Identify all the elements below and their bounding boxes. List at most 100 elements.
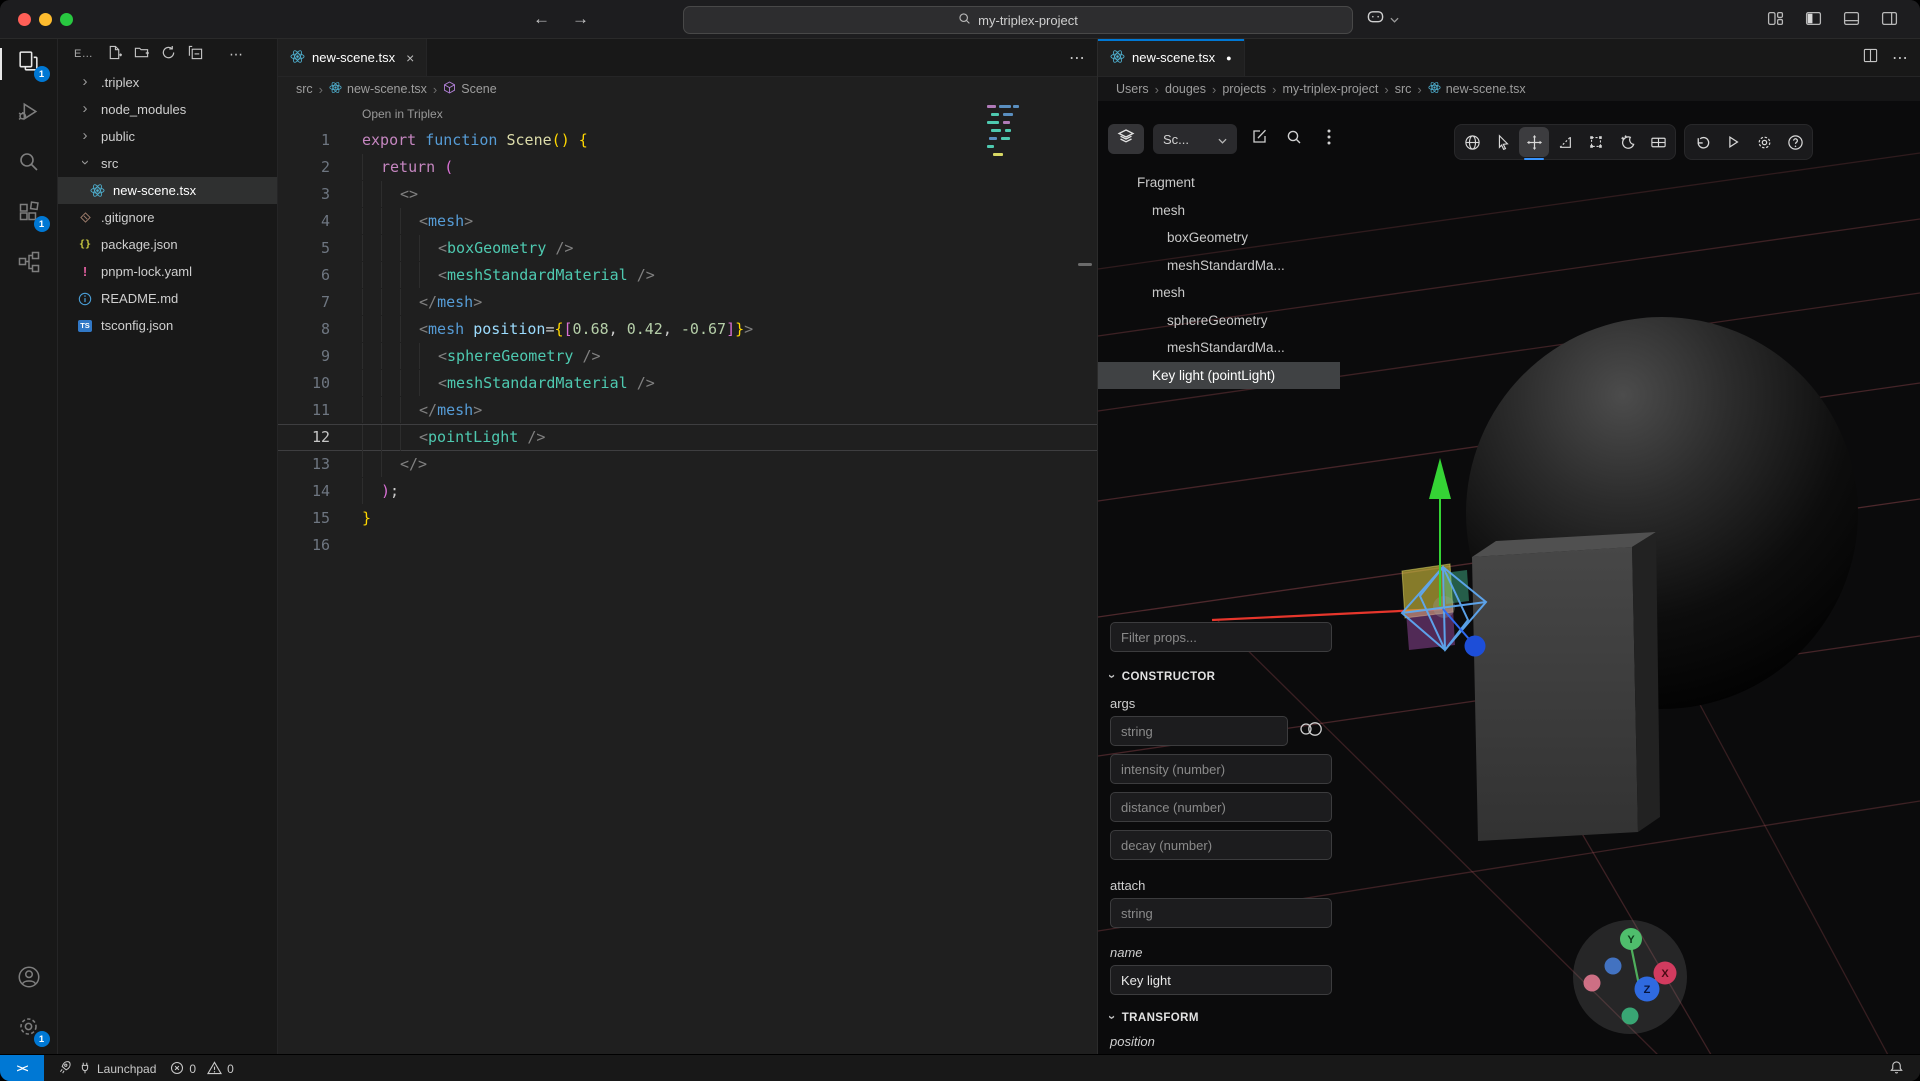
undo-button[interactable] xyxy=(1687,127,1717,157)
back-button[interactable]: ← xyxy=(533,9,550,29)
sidebar-item-explorer[interactable]: 1 xyxy=(0,39,58,89)
new-folder-icon[interactable] xyxy=(134,45,149,63)
filter-props-input[interactable] xyxy=(1110,622,1332,652)
problems-item[interactable]: 0 0 xyxy=(170,1061,233,1078)
toggle-secondary-sidebar-icon[interactable] xyxy=(1881,10,1898,27)
breadcrumb-file[interactable]: new-scene.tsx xyxy=(329,81,427,97)
scene-panel-button[interactable] xyxy=(1108,124,1144,154)
help-button[interactable] xyxy=(1780,127,1810,157)
notifications-bell[interactable] xyxy=(1889,1055,1904,1081)
scene-selector-dropdown[interactable]: Sc... xyxy=(1153,124,1237,154)
file-row[interactable]: README.md xyxy=(58,285,277,312)
code-line[interactable]: 8<mesh position={[0.68, 0.42, -0.67]}> xyxy=(278,316,1097,343)
scene-more-actions[interactable] xyxy=(1316,124,1342,154)
axis-neg-x-ball[interactable] xyxy=(1584,975,1601,992)
breadcrumb-file[interactable]: new-scene.tsx xyxy=(1428,81,1526,97)
breadcrumb-symbol[interactable]: Scene xyxy=(443,81,496,97)
scene-tree-row[interactable]: meshStandardMa... xyxy=(1098,334,1340,362)
tab-new-scene[interactable]: new-scene.tsx × xyxy=(278,39,427,76)
arg-intensity-input[interactable] xyxy=(1110,754,1332,784)
code-line[interactable]: 10<meshStandardMaterial /> xyxy=(278,370,1097,397)
axis-neg-y-ball[interactable] xyxy=(1622,1008,1639,1025)
toggle-type-icon[interactable] xyxy=(1298,721,1324,742)
code-line[interactable]: 14); xyxy=(278,478,1097,505)
scene-tree-row[interactable]: boxGeometry xyxy=(1098,224,1340,252)
select-tool[interactable] xyxy=(1488,127,1518,157)
zoom-window-button[interactable] xyxy=(60,13,73,26)
arg-decay-input[interactable] xyxy=(1110,830,1332,860)
file-row[interactable]: {}package.json xyxy=(58,231,277,258)
code-line[interactable]: 11</mesh> xyxy=(278,397,1097,424)
night-lighting-tool[interactable] xyxy=(1612,127,1642,157)
code-line[interactable]: 15} xyxy=(278,505,1097,532)
collapse-all-icon[interactable] xyxy=(188,45,203,63)
play-button[interactable] xyxy=(1718,127,1748,157)
file-row[interactable]: ›node_modules xyxy=(58,96,277,123)
grid-tool[interactable] xyxy=(1643,127,1673,157)
scene-tree-row[interactable]: mesh xyxy=(1098,197,1340,225)
code-line[interactable]: 9<sphereGeometry /> xyxy=(278,343,1097,370)
sidebar-item-run-debug[interactable] xyxy=(0,89,58,139)
code-line[interactable]: 13</> xyxy=(278,451,1097,478)
translate-tool[interactable] xyxy=(1519,127,1549,157)
launchpad-item[interactable]: Launchpad xyxy=(58,1060,156,1078)
transform-section-header[interactable]: › TRANSFORM xyxy=(1110,1011,1332,1024)
scene-tree-row[interactable]: Key light (pointLight) xyxy=(1098,362,1340,390)
axis-neg-z-ball[interactable] xyxy=(1605,958,1622,975)
new-file-icon[interactable] xyxy=(107,45,122,63)
breadcrumb-users[interactable]: Users xyxy=(1116,82,1149,96)
file-row[interactable]: ›src xyxy=(58,150,277,177)
code-line[interactable]: 5<boxGeometry /> xyxy=(278,235,1097,262)
explorer-more-actions[interactable]: ⋯ xyxy=(229,46,243,63)
toggle-panel-icon[interactable] xyxy=(1843,10,1860,27)
code-line[interactable]: 12<pointLight /> xyxy=(278,424,1097,451)
breadcrumb-douges[interactable]: douges xyxy=(1165,82,1206,96)
arg-distance-input[interactable] xyxy=(1110,792,1332,822)
code-line[interactable]: 7</mesh> xyxy=(278,289,1097,316)
transform-tool[interactable] xyxy=(1581,127,1611,157)
file-row[interactable]: TStsconfig.json xyxy=(58,312,277,339)
attach-input[interactable] xyxy=(1110,898,1332,928)
settings-button[interactable] xyxy=(1749,127,1779,157)
scene-tree-row[interactable]: sphereGeometry xyxy=(1098,307,1340,335)
breadcrumb-project[interactable]: my-triplex-project xyxy=(1282,82,1378,96)
split-editor-icon[interactable] xyxy=(1863,48,1878,68)
name-input[interactable] xyxy=(1110,965,1332,995)
forward-button[interactable]: → xyxy=(572,9,589,29)
settings-button[interactable]: 1 xyxy=(0,1004,58,1054)
code-line[interactable]: 4<mesh> xyxy=(278,208,1097,235)
close-window-button[interactable] xyxy=(18,13,31,26)
search-scene-button[interactable] xyxy=(1281,124,1307,154)
sidebar-item-search[interactable] xyxy=(0,139,58,189)
remote-indicator[interactable]: >< xyxy=(0,1055,44,1081)
scene-tree-row[interactable]: Fragment xyxy=(1098,169,1340,197)
minimize-window-button[interactable] xyxy=(39,13,52,26)
toggle-primary-sidebar-icon[interactable] xyxy=(1805,10,1822,27)
editor-sash-handle[interactable] xyxy=(1078,263,1092,266)
edit-scene-button[interactable] xyxy=(1246,124,1272,154)
file-row[interactable]: ›.triplex xyxy=(58,69,277,96)
scene-tree-row[interactable]: mesh xyxy=(1098,279,1340,307)
accounts-button[interactable] xyxy=(0,954,58,1004)
arg-string-input[interactable] xyxy=(1110,716,1288,746)
world-space-tool[interactable] xyxy=(1457,127,1487,157)
sidebar-item-hierarchy[interactable] xyxy=(0,239,58,289)
constructor-section-header[interactable]: › CONSTRUCTOR xyxy=(1110,670,1332,683)
command-center-search[interactable]: my-triplex-project xyxy=(683,6,1353,34)
breadcrumb-projects[interactable]: projects xyxy=(1222,82,1266,96)
minimap[interactable] xyxy=(973,101,1033,211)
copilot-menu[interactable] xyxy=(1366,8,1399,30)
file-row[interactable]: new-scene.tsx xyxy=(58,177,277,204)
tab-triplex-new-scene[interactable]: new-scene.tsx ● xyxy=(1098,39,1245,76)
customize-layout-icon[interactable] xyxy=(1767,10,1784,27)
file-row[interactable]: !pnpm-lock.yaml xyxy=(58,258,277,285)
sidebar-item-extensions[interactable]: 1 xyxy=(0,189,58,239)
editor-more-actions[interactable]: ⋯ xyxy=(1069,48,1085,68)
breadcrumb-src[interactable]: src xyxy=(296,82,313,96)
file-row[interactable]: .gitignore xyxy=(58,204,277,231)
file-row[interactable]: ›public xyxy=(58,123,277,150)
orientation-gizmo[interactable]: Y X Z xyxy=(1573,920,1687,1034)
breadcrumb-src[interactable]: src xyxy=(1395,82,1412,96)
triplex-more-actions[interactable]: ⋯ xyxy=(1892,48,1908,68)
scene-tree-row[interactable]: meshStandardMa... xyxy=(1098,252,1340,280)
